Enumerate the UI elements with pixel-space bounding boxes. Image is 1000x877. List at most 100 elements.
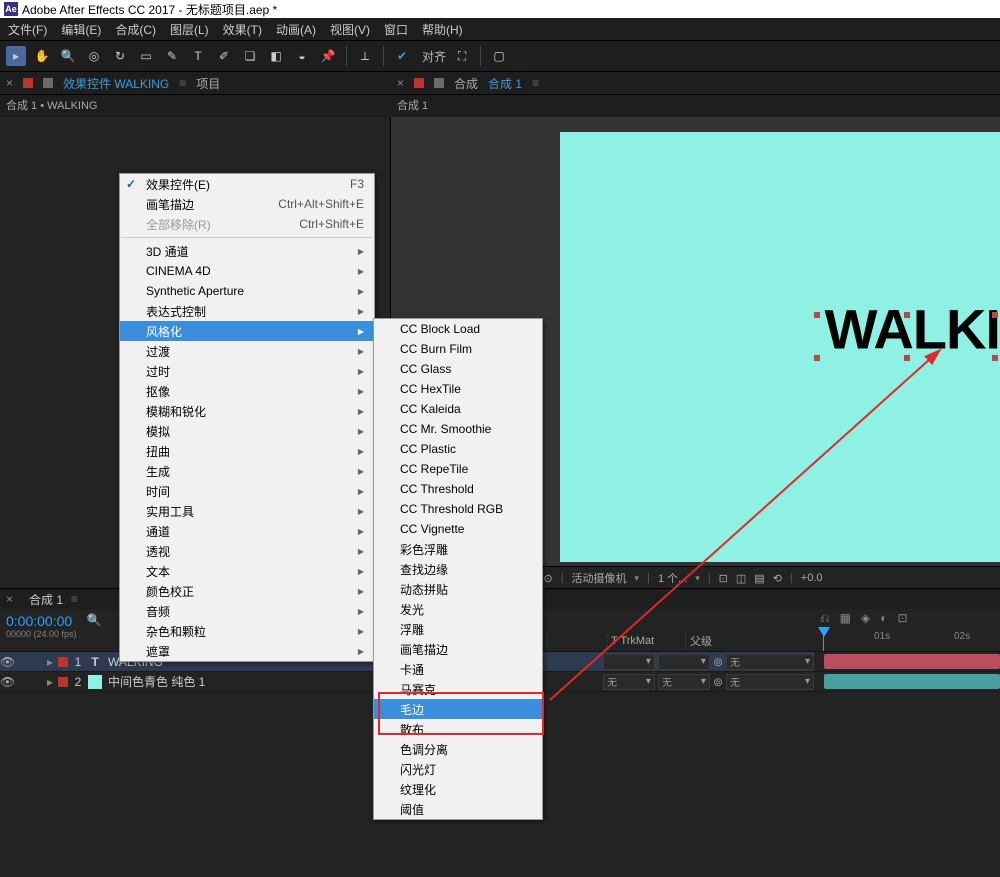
rotate-tool[interactable]: ↻ xyxy=(110,46,130,66)
expand-arrow[interactable]: ▸ xyxy=(44,675,56,689)
parent-drop[interactable]: 无▾ xyxy=(726,654,814,670)
menu-item[interactable]: 全部移除(R)Ctrl+Shift+E xyxy=(120,214,374,234)
menu-item[interactable]: 画笔描边Ctrl+Alt+Shift+E xyxy=(120,194,374,214)
puppet-tool[interactable]: 📌 xyxy=(318,46,338,66)
menu-item[interactable]: 画笔描边 xyxy=(374,639,542,659)
menu-item[interactable]: CC Plastic xyxy=(374,439,542,459)
menu-item[interactable]: CC Vignette xyxy=(374,519,542,539)
menu-item[interactable]: 通道▶ xyxy=(120,521,374,541)
menu-item[interactable]: 阈值 xyxy=(374,799,542,819)
comp-canvas[interactable]: WALKI xyxy=(560,132,1000,562)
menu-item[interactable]: 文件(F) xyxy=(8,21,47,38)
layer-name[interactable]: 中间色青色 纯色 1 xyxy=(104,673,328,690)
menu-item[interactable]: 时间▶ xyxy=(120,481,374,501)
vf-icon[interactable]: ◫ xyxy=(736,572,746,585)
eraser-tool[interactable]: ◧ xyxy=(266,46,286,66)
menu-item[interactable]: 编辑(E) xyxy=(61,21,101,38)
visibility-toggle[interactable]: 👁 xyxy=(0,675,14,689)
menu-item[interactable]: 毛边 xyxy=(374,699,542,719)
menu-item[interactable]: CC Kaleida xyxy=(374,399,542,419)
comp-viewer-tab[interactable]: 合成 1 xyxy=(488,75,522,92)
visibility-toggle[interactable]: 👁 xyxy=(0,655,14,669)
tl-icon[interactable]: ◐ xyxy=(880,611,887,625)
vf-icon[interactable]: ⊡ xyxy=(719,572,728,585)
menu-item[interactable]: 表达式控制▶ xyxy=(120,301,374,321)
mode-drop[interactable]: ▾ xyxy=(603,654,655,670)
menu-bar[interactable]: 文件(F)编辑(E)合成(C)图层(L)效果(T)动画(A)视图(V)窗口帮助(… xyxy=(0,18,1000,40)
menu-item[interactable]: 图层(L) xyxy=(170,21,209,38)
menu-item[interactable]: 合成(C) xyxy=(115,21,156,38)
menu-item[interactable]: CC Glass xyxy=(374,359,542,379)
type-tool[interactable]: T xyxy=(188,46,208,66)
menu-item[interactable]: 动态拼贴 xyxy=(374,579,542,599)
selection-tool[interactable]: ▸ xyxy=(6,46,26,66)
parent-pick-icon[interactable]: ⊚ xyxy=(713,655,723,669)
vf-icon[interactable]: ▤ xyxy=(754,572,764,585)
menu-item[interactable]: 色调分离 xyxy=(374,739,542,759)
vf-icon[interactable]: ⟲ xyxy=(773,572,782,585)
menu-item[interactable]: 发光 xyxy=(374,599,542,619)
time-ruler[interactable]: 01s 02s xyxy=(814,627,1000,652)
layer-color[interactable] xyxy=(58,657,68,667)
project-tab[interactable]: 项目 xyxy=(196,75,220,92)
clone-tool[interactable]: ❏ xyxy=(240,46,260,66)
menu-item[interactable]: 窗口 xyxy=(384,21,408,38)
menu-item[interactable]: 扭曲▶ xyxy=(120,441,374,461)
menu-item[interactable]: 查找边缘 xyxy=(374,559,542,579)
local-axis-icon[interactable]: ⟂ xyxy=(355,46,375,66)
text-layer-walking[interactable]: WALKI xyxy=(825,297,1000,362)
menu-item[interactable]: 音频▶ xyxy=(120,601,374,621)
panel-lock-icon[interactable] xyxy=(43,78,53,88)
menu-item[interactable]: 遮罩▶ xyxy=(120,641,374,661)
timeline-comp-tab[interactable]: 合成 1 xyxy=(29,591,63,608)
menu-item[interactable]: 纹理化 xyxy=(374,779,542,799)
menu-item[interactable]: 生成▶ xyxy=(120,461,374,481)
menu-item[interactable]: ✓效果控件(E)F3 xyxy=(120,174,374,194)
anchor-tool[interactable]: ▭ xyxy=(136,46,156,66)
trkmat-drop[interactable]: 无▾ xyxy=(658,674,710,690)
menu-item[interactable]: 散布 xyxy=(374,719,542,739)
views-drop[interactable]: 1 个... xyxy=(658,570,687,586)
time-icon[interactable]: ⊙ xyxy=(543,572,552,585)
menu-item[interactable]: 颜色校正▶ xyxy=(120,581,374,601)
menu-item[interactable]: CC HexTile xyxy=(374,379,542,399)
menu-item[interactable]: 卡通 xyxy=(374,659,542,679)
layer-bar-1[interactable] xyxy=(824,654,1000,669)
menu-item[interactable]: 模糊和锐化▶ xyxy=(120,401,374,421)
parent-drop[interactable]: 无▾ xyxy=(726,674,814,690)
fill-icon[interactable]: ▢ xyxy=(489,46,509,66)
menu-item[interactable]: 实用工具▶ xyxy=(120,501,374,521)
menu-item[interactable]: CC Burn Film xyxy=(374,339,542,359)
layer-bar-2[interactable] xyxy=(824,674,1000,689)
current-timecode[interactable]: 0:00:00:00 00000 (24.00 fps) xyxy=(0,609,83,651)
menu-item[interactable]: CC Block Load xyxy=(374,319,542,339)
orbit-tool[interactable]: ◎ xyxy=(84,46,104,66)
menu-item[interactable]: 过时▶ xyxy=(120,361,374,381)
effects-context-menu[interactable]: ✓效果控件(E)F3画笔描边Ctrl+Alt+Shift+E全部移除(R)Ctr… xyxy=(119,173,375,662)
search-icon[interactable]: 🔍 xyxy=(87,613,101,627)
pen-tool[interactable]: ✎ xyxy=(162,46,182,66)
menu-item[interactable]: Synthetic Aperture▶ xyxy=(120,281,374,301)
menu-item[interactable]: CC Threshold RGB xyxy=(374,499,542,519)
menu-item[interactable]: 视图(V) xyxy=(330,21,370,38)
menu-item[interactable]: CC Mr. Smoothie xyxy=(374,419,542,439)
menu-item[interactable]: 马赛克 xyxy=(374,679,542,699)
camera-drop[interactable]: 活动摄像机 xyxy=(572,570,627,586)
brush-tool[interactable]: ✐ xyxy=(214,46,234,66)
snap-opt-icon[interactable]: ⛶ xyxy=(452,46,472,66)
menu-item[interactable]: 风格化▶ xyxy=(120,321,374,341)
exposure-value[interactable]: +0.0 xyxy=(801,572,823,584)
menu-item[interactable]: 帮助(H) xyxy=(422,21,463,38)
layer-color[interactable] xyxy=(58,677,68,687)
comp-breadcrumb[interactable]: 合成 1 xyxy=(397,100,428,112)
menu-item[interactable]: 效果(T) xyxy=(223,21,262,38)
tl-icon[interactable]: ◈ xyxy=(861,611,870,625)
menu-item[interactable]: 浮雕 xyxy=(374,619,542,639)
hand-tool[interactable]: ✋ xyxy=(32,46,52,66)
stylize-submenu[interactable]: CC Block LoadCC Burn FilmCC GlassCC HexT… xyxy=(373,318,543,820)
tl-icon[interactable]: ⊡ xyxy=(897,611,907,625)
expand-arrow[interactable]: ▸ xyxy=(44,655,56,669)
menu-item[interactable]: 透视▶ xyxy=(120,541,374,561)
panel-lock-icon[interactable] xyxy=(434,78,444,88)
tl-icon[interactable]: ⎌ xyxy=(820,611,830,626)
